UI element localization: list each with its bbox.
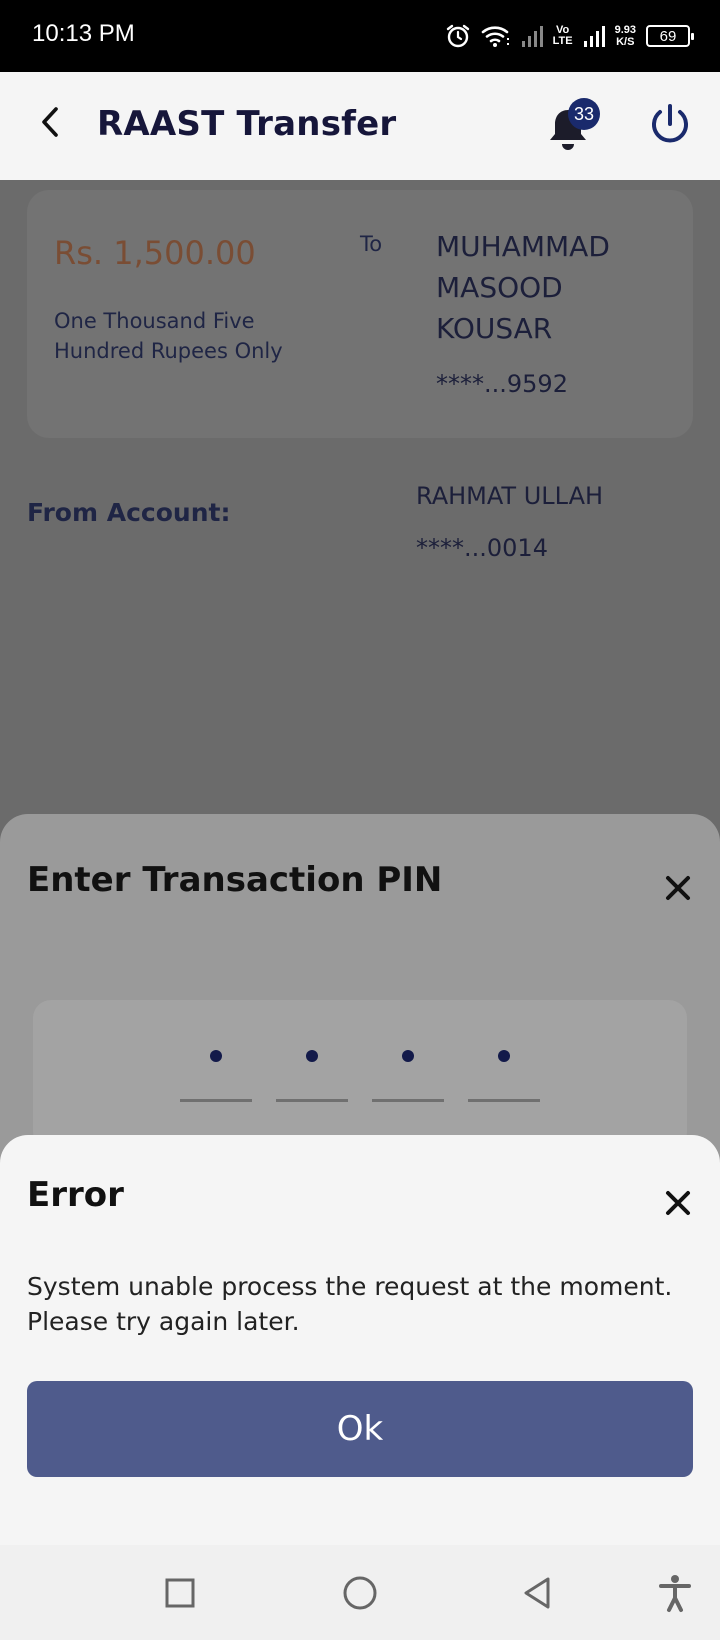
notifications-button[interactable]: 33 (546, 90, 600, 154)
close-icon (666, 1191, 690, 1215)
status-time: 10:13 PM (32, 20, 135, 47)
signal-icon (521, 24, 543, 48)
pin-dot (210, 1050, 222, 1062)
recipient-account: ****...9592 (436, 370, 568, 398)
pin-dot (498, 1050, 510, 1062)
back-arrow-icon (42, 107, 58, 137)
notification-badge: 33 (568, 98, 600, 130)
from-account-number: ****...0014 (416, 534, 548, 562)
pin-digit (468, 1032, 540, 1102)
home-circle-icon (343, 1576, 377, 1610)
back-triangle-icon (524, 1577, 550, 1609)
error-title: Error (27, 1175, 124, 1215)
error-message: System unable process the request at the… (27, 1272, 673, 1336)
status-bar: 10:13 PM Vo LTE 9.93 K/S 69 (0, 0, 720, 72)
recents-button[interactable] (160, 1573, 200, 1613)
home-button[interactable] (340, 1573, 380, 1613)
alarm-icon (445, 23, 471, 49)
amount-in-words: One Thousand Five Hundred Rupees Only (54, 309, 283, 363)
signal-icon (583, 24, 605, 48)
pin-digit (276, 1032, 348, 1102)
pin-underline (372, 1099, 444, 1102)
app-header: RAAST Transfer 33 (0, 72, 720, 180)
network-speed: 9.93 K/S (614, 24, 636, 48)
pin-underline (180, 1099, 252, 1102)
accessibility-button[interactable] (655, 1573, 695, 1613)
pin-underline (276, 1099, 348, 1102)
error-close-button[interactable] (660, 1185, 696, 1221)
power-icon (652, 104, 688, 143)
page-title: RAAST Transfer (97, 104, 397, 144)
ok-button[interactable]: Ok (27, 1381, 693, 1477)
transfer-amount: Rs. 1,500.00 (54, 234, 256, 272)
error-dialog: Error System unable process the request … (0, 1135, 720, 1545)
transfer-card: Rs. 1,500.00 One Thousand Five Hundred R… (27, 190, 693, 438)
logout-button[interactable] (648, 102, 692, 146)
pin-close-button[interactable] (660, 870, 696, 906)
status-icons: Vo LTE 9.93 K/S 69 (445, 18, 694, 54)
wifi-icon (481, 24, 511, 48)
navigation-bar (0, 1545, 720, 1640)
pin-digit (372, 1032, 444, 1102)
from-account-name: RAHMAT ULLAH (416, 482, 604, 510)
to-label: To (360, 232, 383, 256)
recipient-name: MUHAMMAD MASOOD KOUSAR (436, 230, 610, 345)
recents-square-icon (165, 1578, 195, 1608)
pin-dot (402, 1050, 414, 1062)
pin-underline (468, 1099, 540, 1102)
back-button[interactable] (32, 102, 68, 142)
accessibility-icon (659, 1575, 691, 1612)
pin-input[interactable] (33, 1000, 687, 1150)
pin-sheet-title: Enter Transaction PIN (27, 860, 443, 900)
pin-dot (306, 1050, 318, 1062)
battery-icon: 69 (646, 25, 694, 47)
volte-indicator: Vo LTE (552, 24, 573, 47)
from-account-label: From Account: (27, 498, 231, 527)
pin-digit (180, 1032, 252, 1102)
back-nav-button[interactable] (518, 1573, 558, 1613)
close-icon (666, 876, 690, 900)
